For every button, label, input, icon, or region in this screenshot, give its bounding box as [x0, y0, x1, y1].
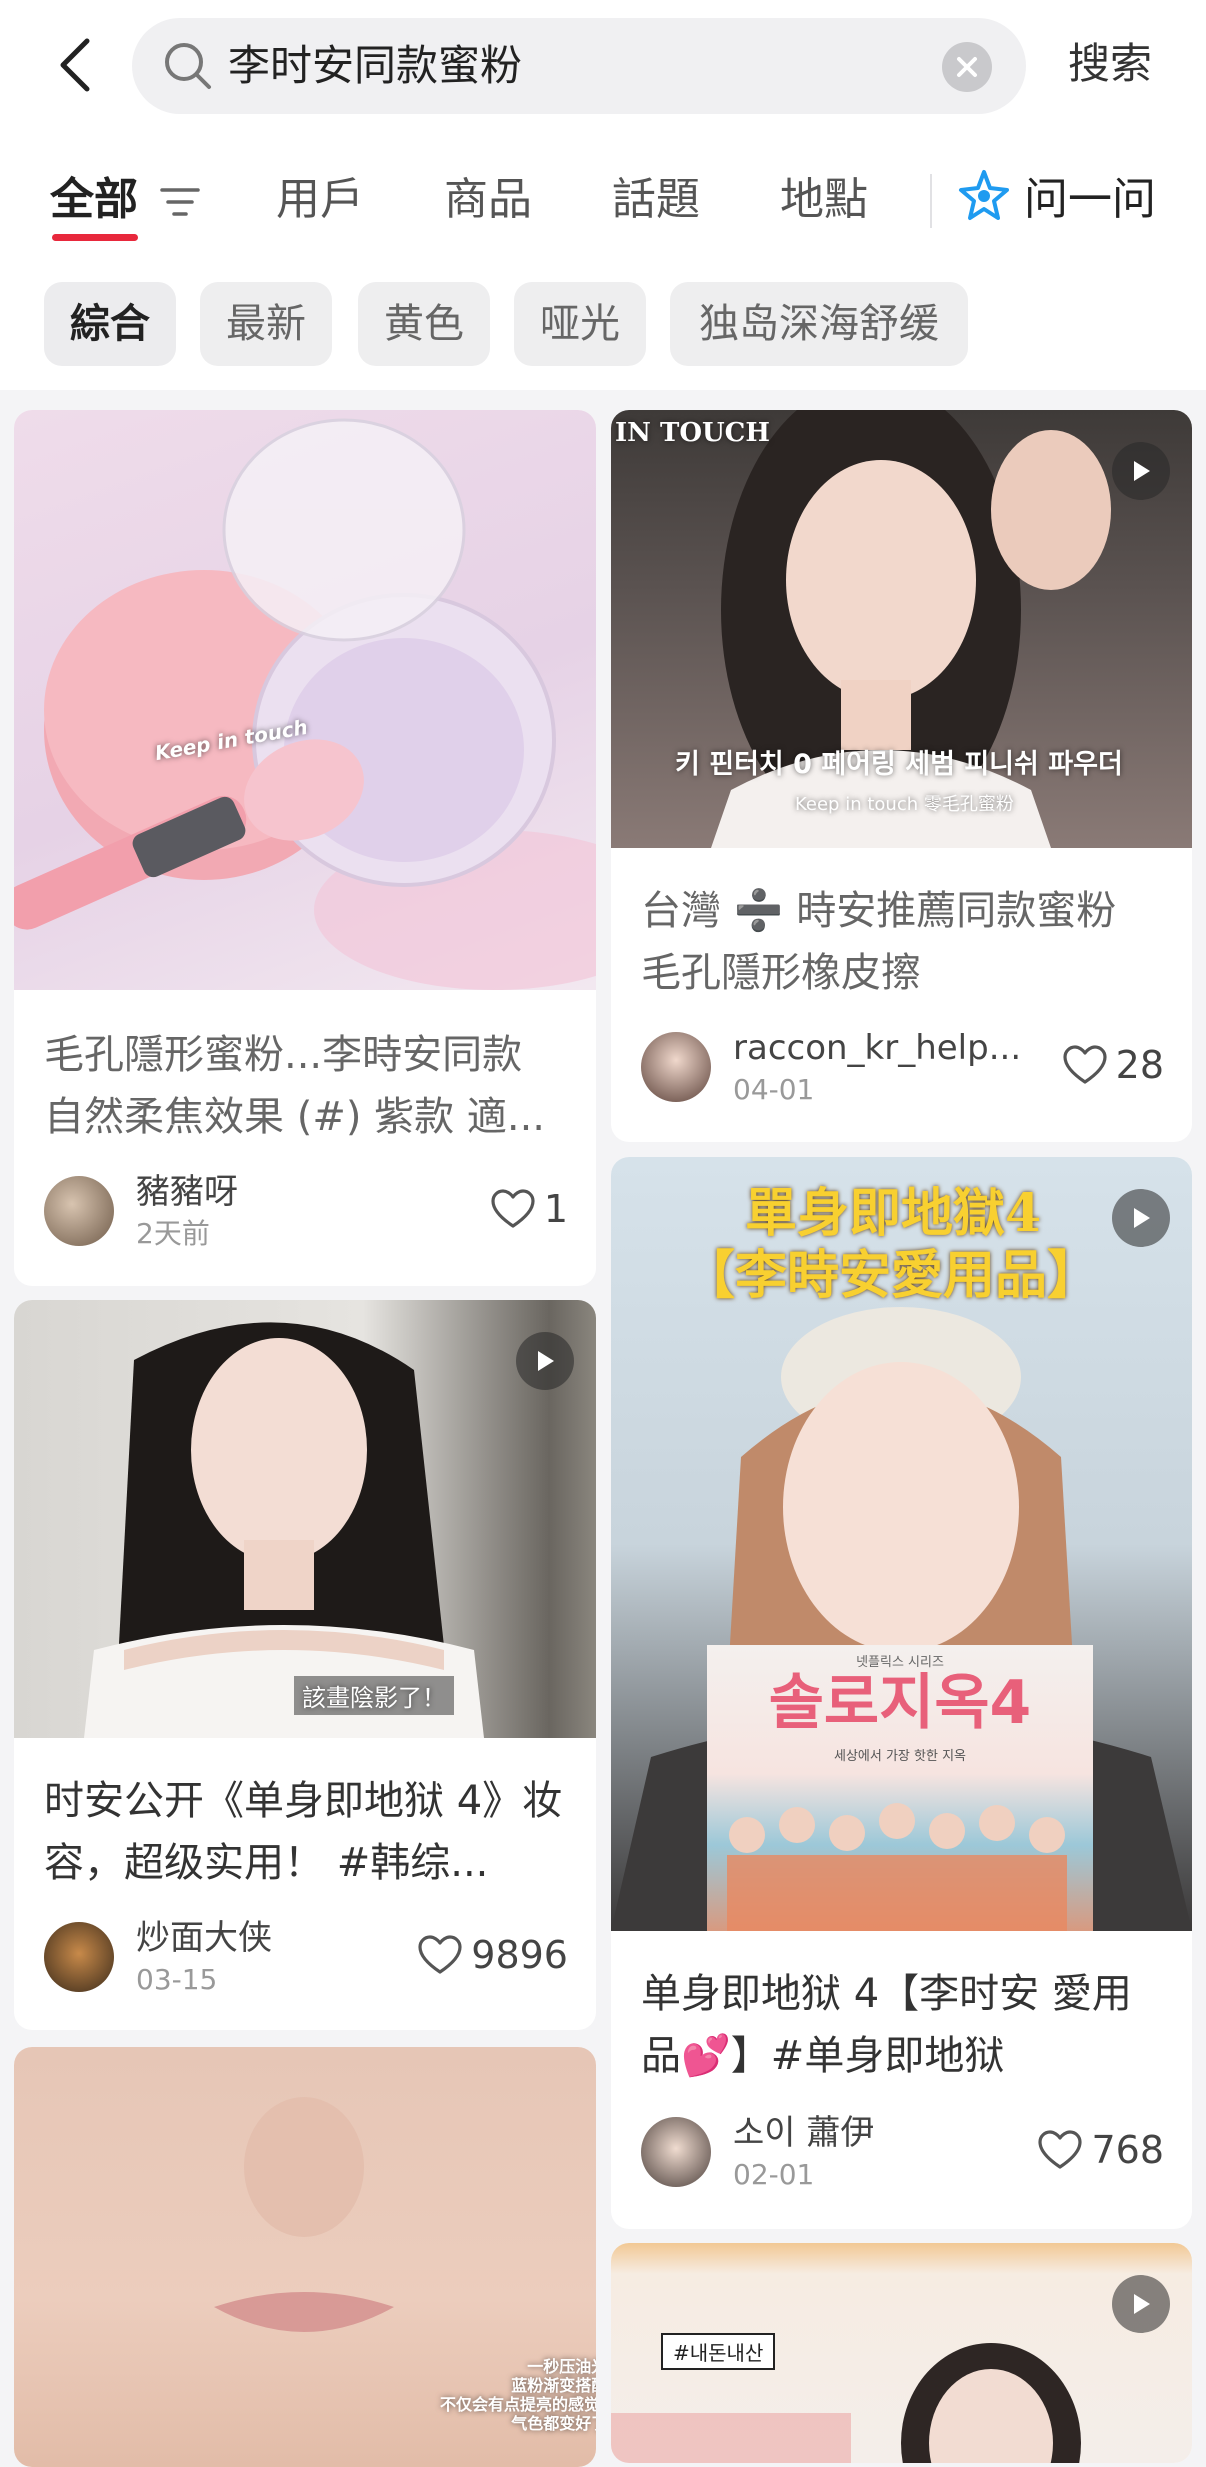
- video-play-icon: [1112, 2275, 1170, 2333]
- show-poster: 넷플릭스 시리즈 솔로지옥4 세상에서 가장 핫한 지옥: [707, 1645, 1093, 1931]
- like-button[interactable]: 768: [1037, 2125, 1164, 2175]
- cover-caption: 키 핀터치 0 페어링 세범 피니쉬 파우더: [675, 749, 1123, 780]
- note-card[interactable]: Keep in touch 毛孔隱形蜜粉...李時安同款 自然柔焦效果 (#) …: [14, 410, 596, 1286]
- note-card[interactable]: 該畫陰影了！ 时安公开《单身即地狱 4》妆容，超级实用！ #韩综... 炒面大侠…: [14, 1300, 596, 2030]
- like-button[interactable]: 9896: [417, 1930, 568, 1980]
- note-card[interactable]: 單身即地獄4 【李時安愛用品】 넷플릭스 시리즈 솔로지옥4 세상에서 가장 핫…: [611, 1157, 1192, 2229]
- avatar[interactable]: [44, 1176, 114, 1246]
- cover-subheadline: 【李時安愛用品】: [683, 1245, 1100, 1306]
- heart-icon: [1063, 1045, 1107, 1084]
- cover-caption: 一秒压油光 蓝粉渐变搭配 不仅会有点提亮的感觉! 气色都变好了: [440, 2357, 596, 2433]
- note-cover-image: 單身即地獄4 【李時安愛用品】 넷플릭스 시리즈 솔로지옥4 세상에서 가장 핫…: [611, 1157, 1192, 1931]
- post-date: 02-01: [733, 2158, 815, 2191]
- cover-caption: 該畫陰影了！: [294, 1676, 454, 1715]
- heart-icon: [418, 1935, 462, 1974]
- top-bar: 李时安同款蜜粉 搜索 全部 用戶 商品 話題 地點 问一问 綜合 最新 黄色 哑…: [0, 0, 1206, 390]
- tab-places[interactable]: 地點: [780, 170, 868, 230]
- result-tabs: 全部 用戶 商品 話題 地點 问一问: [0, 160, 1206, 270]
- author-name[interactable]: 소이 蕭伊: [733, 2111, 874, 2155]
- back-button[interactable]: [40, 30, 110, 100]
- note-title[interactable]: 单身即地狱 4【李时安 愛用品💕】#单身即地狱: [641, 1963, 1166, 2087]
- chevron-left-icon: [60, 38, 90, 92]
- chip-yellow[interactable]: 黄色: [358, 282, 490, 366]
- chip-latest[interactable]: 最新: [200, 282, 332, 366]
- post-date: 04-01: [733, 1073, 815, 1106]
- video-play-icon: [1112, 442, 1170, 500]
- like-count: 28: [1115, 1043, 1164, 1087]
- note-title[interactable]: 台灣 ➗ 時安推薦同款蜜粉 毛孔隱形橡皮擦: [641, 880, 1166, 1004]
- search-button[interactable]: 搜索: [1068, 36, 1152, 92]
- filter-chips: 綜合 最新 黄色 哑光 独岛深海舒缓: [0, 282, 1206, 368]
- chip-dokdo[interactable]: 独岛深海舒缓: [670, 282, 968, 366]
- note-cover-image: #내돈내산: [611, 2243, 1192, 2463]
- like-count: 9896: [471, 1933, 568, 1977]
- like-button[interactable]: 28: [1062, 1040, 1164, 1090]
- note-title[interactable]: 时安公开《单身即地狱 4》妆容，超级实用！ #韩综...: [44, 1770, 570, 1894]
- powder-product-illustration: [14, 418, 596, 990]
- filter-icon[interactable]: [158, 182, 202, 222]
- cover-brand-text: IN TOUCH: [615, 418, 770, 448]
- note-meta: 炒面大侠 03-15 9896: [44, 1918, 568, 1998]
- chip-matte[interactable]: 哑光: [514, 282, 646, 366]
- note-card[interactable]: #내돈내산: [611, 2243, 1192, 2463]
- cover-subcaption: Keep in touch 零毛孔蜜粉: [795, 794, 1014, 815]
- note-cover-image: Keep in touch: [14, 410, 596, 990]
- search-icon: [165, 43, 211, 89]
- note-cover-image: 該畫陰影了！: [14, 1300, 596, 1738]
- ask-button[interactable]: 问一问: [1024, 170, 1156, 230]
- like-button[interactable]: 1: [490, 1184, 568, 1234]
- chip-comprehensive[interactable]: 綜合: [44, 282, 176, 366]
- post-date: 2天前: [136, 1217, 210, 1250]
- author-name[interactable]: 豬豬呀: [136, 1170, 238, 1214]
- note-card[interactable]: IN TOUCH 키 핀터치 0 페어링 세범 피니쉬 파우더 Keep in …: [611, 410, 1192, 1142]
- avatar[interactable]: [641, 2117, 711, 2187]
- heart-icon: [1038, 2130, 1083, 2169]
- tab-all[interactable]: 全部: [50, 170, 138, 230]
- woman-portrait-illustration: [84, 1322, 484, 1738]
- search-input[interactable]: 李时安同款蜜粉: [132, 18, 1026, 114]
- tab-topics[interactable]: 話題: [612, 170, 700, 230]
- tab-divider: [930, 174, 932, 228]
- like-count: 768: [1091, 2128, 1164, 2172]
- post-date: 03-15: [136, 1963, 218, 1996]
- ai-star-icon[interactable]: [956, 168, 1012, 224]
- note-title[interactable]: 毛孔隱形蜜粉...李時安同款 自然柔焦效果 (#) 紫款 適...: [44, 1024, 570, 1148]
- clear-search-button[interactable]: [942, 42, 992, 92]
- tab-products[interactable]: 商品: [444, 170, 532, 230]
- video-play-icon: [1112, 1189, 1170, 1247]
- author-name[interactable]: raccon_kr_help...: [733, 1026, 1021, 1070]
- note-cover-image: IN TOUCH 키 핀터치 0 페어링 세범 피니쉬 파우더 Keep in …: [611, 410, 1192, 848]
- close-icon: [957, 57, 977, 77]
- woman-portrait-illustration: [711, 410, 1111, 848]
- note-meta: 豬豬呀 2天前 1: [44, 1172, 568, 1252]
- author-name[interactable]: 炒面大侠: [136, 1916, 272, 1960]
- note-meta: 소이 蕭伊 02-01 768: [641, 2113, 1164, 2193]
- like-count: 1: [543, 1187, 568, 1231]
- video-play-icon: [516, 1332, 574, 1390]
- tab-users[interactable]: 用戶: [276, 170, 364, 230]
- note-cover-image: 一秒压油光 蓝粉渐变搭配 不仅会有点提亮的感觉! 气色都变好了: [14, 2047, 596, 2467]
- search-query[interactable]: 李时安同款蜜粉: [228, 18, 522, 114]
- cover-tag: #내돈내산: [661, 2333, 776, 2370]
- avatar[interactable]: [641, 1032, 711, 1102]
- note-card[interactable]: 一秒压油光 蓝粉渐变搭配 不仅会有点提亮的感觉! 气色都变好了: [14, 2047, 596, 2467]
- cast-illustration: [727, 1803, 1067, 1931]
- heart-icon: [491, 1189, 535, 1228]
- avatar[interactable]: [44, 1922, 114, 1992]
- note-meta: raccon_kr_help... 04-01 28: [641, 1028, 1164, 1108]
- active-tab-indicator: [52, 234, 138, 241]
